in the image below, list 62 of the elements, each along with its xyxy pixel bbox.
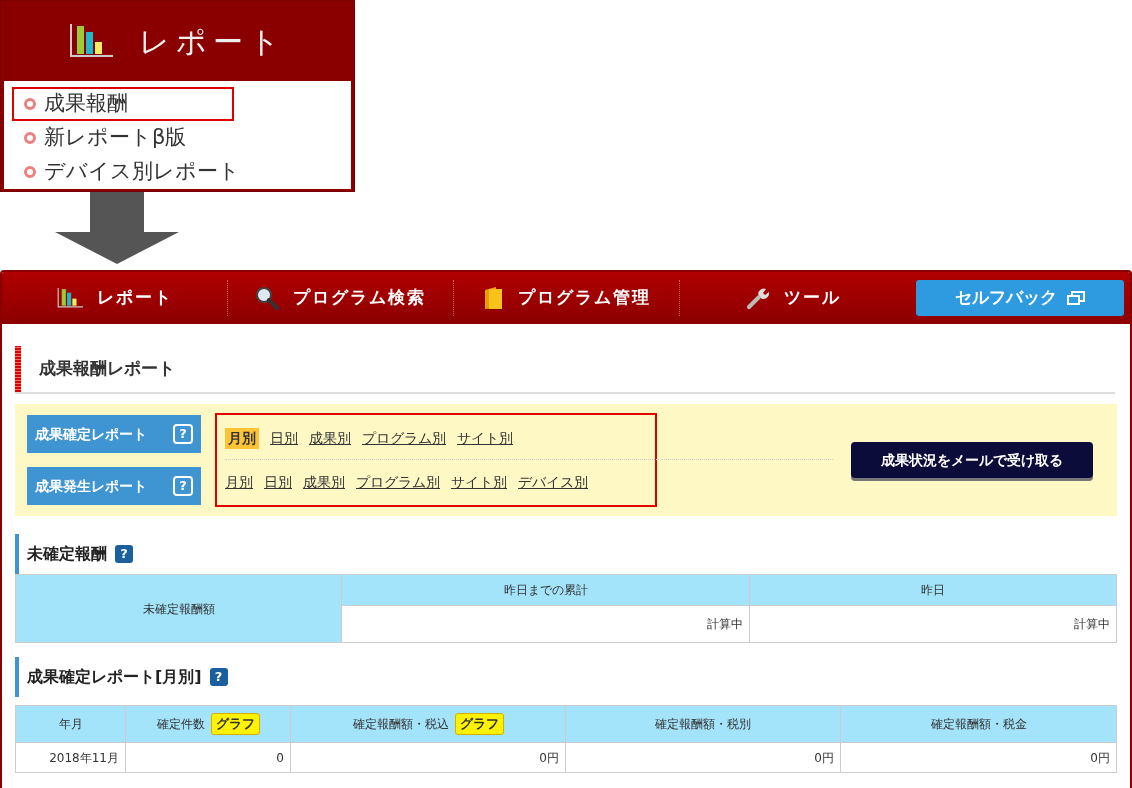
down-arrow-icon [55,192,179,264]
report-link[interactable]: プログラム別 [362,427,446,449]
bullet-icon [24,132,36,144]
report-link[interactable]: 月別 [225,427,259,449]
folder-icon [482,286,504,310]
table-cell: 計算中 [749,605,1117,643]
report-label-text: 成果発生レポート [35,476,147,496]
table-cell: 2018年11月 [15,742,126,773]
table-cell: 0円 [840,742,1117,773]
report-link[interactable]: プログラム別 [356,471,440,493]
bar-chart-icon [69,24,113,58]
section-title: 未確定報酬 [27,543,107,565]
help-icon[interactable]: ? [209,668,228,686]
menu-item[interactable]: 成果報酬 [12,87,234,121]
column-label: 確定報酬額・税込 [352,716,449,733]
report-link[interactable]: デバイス別 [518,471,588,493]
nav-tab-label: プログラム検索 [293,286,426,310]
nav-tab[interactable]: プログラム管理 [454,280,680,316]
help-icon[interactable]: ? [115,545,133,563]
nav-tab-label: ツール [783,286,841,310]
table-header: 確定報酬額・税金 [840,705,1117,743]
menu-item[interactable]: 新レポートβ版 [12,121,343,155]
column-label: 確定件数 [156,716,205,733]
graph-link[interactable]: グラフ [210,713,260,735]
menu-item-label: 成果報酬 [44,90,128,118]
table-header: 未確定報酬額 [15,574,342,643]
report-link[interactable]: サイト別 [451,471,507,493]
report-link[interactable]: 月別 [225,471,253,493]
bullet-icon [24,98,36,110]
new-window-icon [1067,291,1085,305]
report-link[interactable]: 日別 [270,427,298,449]
report-link[interactable]: 成果別 [303,471,345,493]
table-header: 昨日までの累計 [341,574,750,606]
table-cell: 0円 [290,742,566,773]
wrench-icon [745,286,770,310]
mail-button[interactable]: 成果状況をメールで受け取る [851,442,1093,478]
graph-link[interactable]: グラフ [454,713,504,735]
table-cell: 0円 [565,742,841,773]
table-header: 年月 [15,705,126,743]
report-link[interactable]: サイト別 [457,427,513,449]
page-title: 成果報酬レポート [39,357,175,381]
table-cell: 0 [125,742,291,773]
table-cell: 計算中 [341,605,750,643]
bar-chart-icon [56,287,83,309]
title-marker [15,346,21,392]
report-label-text: 成果確定レポート [35,424,147,444]
nav-tab[interactable]: レポート [2,280,228,316]
search-icon [255,286,279,310]
nav-tab-label: レポート [96,286,173,310]
report-link[interactable]: 日別 [264,471,292,493]
table-header: 確定報酬額・税別 [565,705,841,743]
menu-item[interactable]: デバイス別レポート [12,155,343,189]
section-title: 成果確定レポート[月別] [27,666,202,688]
menu-item-label: デバイス別レポート [44,158,240,186]
nav-tab-label: プログラム管理 [518,286,651,310]
nav-tab[interactable]: プログラム検索 [228,280,454,316]
table-header: 昨日 [749,574,1117,606]
bullet-icon [24,166,36,178]
nav-tab[interactable]: ツール [680,280,906,316]
menu-title: レポート [139,22,286,61]
report-link[interactable]: 成果別 [309,427,351,449]
menu-item-label: 新レポートβ版 [44,124,187,152]
